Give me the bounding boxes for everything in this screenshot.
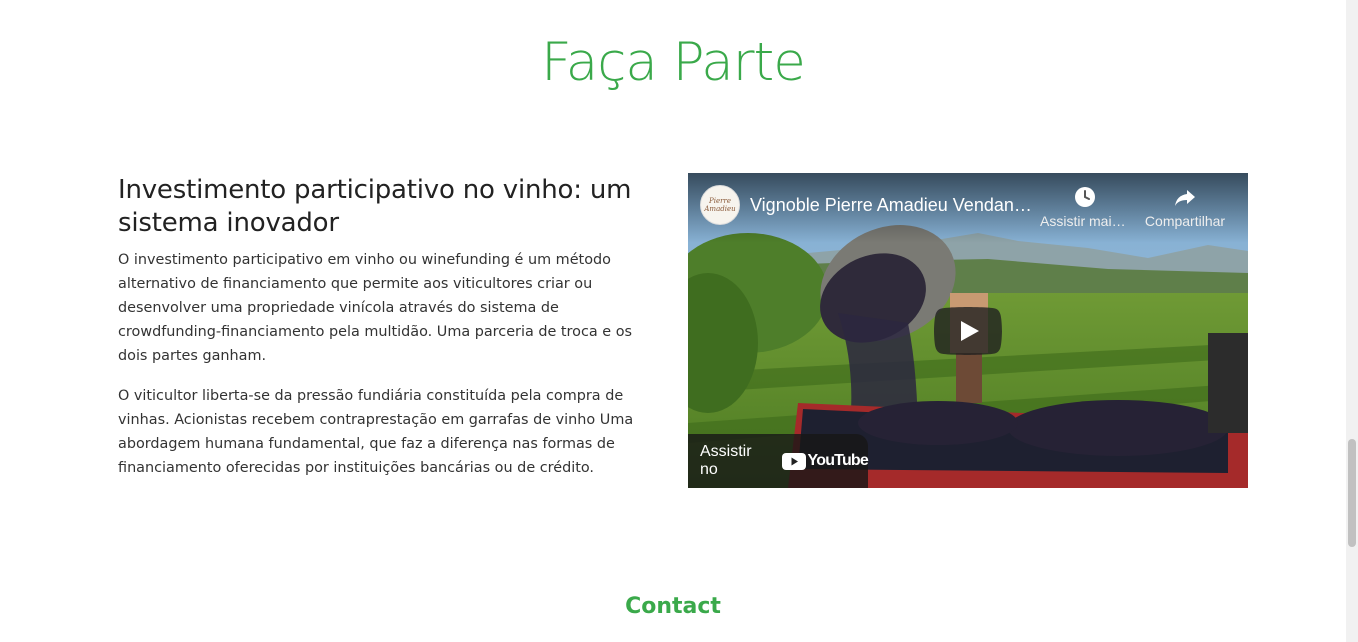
article-paragraph: O viticultor liberta-se da pressão fundi…	[118, 388, 634, 476]
article-content: Investimento participativo no vinho: um …	[118, 174, 658, 496]
section-title: Faça Parte	[541, 32, 806, 93]
watch-later-button[interactable]: Assistir mais tarde	[1040, 185, 1130, 229]
video-title-link[interactable]: Vignoble Pierre Amadieu Vendanges	[750, 193, 1040, 217]
article-paragraph: O investimento participativo em vinho ou…	[118, 252, 633, 364]
share-button[interactable]: Compartilhar	[1140, 185, 1230, 229]
channel-avatar[interactable]: Pierre Amadieu	[700, 185, 740, 225]
share-label: Compartilhar	[1144, 213, 1226, 229]
page: Faça Parte Investimento participativo no…	[0, 0, 1358, 642]
youtube-wordmark: YouTube	[807, 452, 869, 469]
contact-heading: Contact	[625, 594, 721, 619]
page-scrollbar[interactable]	[1346, 0, 1358, 642]
watch-on-label: Assistir no	[700, 443, 752, 478]
youtube-video-embed[interactable]: Pierre Amadieu Vignoble Pierre Amadieu Ve…	[688, 173, 1248, 488]
clock-icon	[1075, 187, 1095, 207]
scrollbar-thumb[interactable]	[1348, 439, 1356, 547]
youtube-logo-icon	[781, 452, 806, 470]
play-button[interactable]	[934, 307, 1002, 355]
youtube-logo: YouTube	[781, 452, 869, 470]
article-heading: Investimento participativo no vinho: um …	[118, 175, 632, 238]
watch-on-youtube-button[interactable]: Assistir no YouTube	[688, 434, 869, 488]
share-arrow-icon	[1175, 190, 1195, 206]
watch-later-label: Assistir mais tarde	[1040, 213, 1130, 229]
